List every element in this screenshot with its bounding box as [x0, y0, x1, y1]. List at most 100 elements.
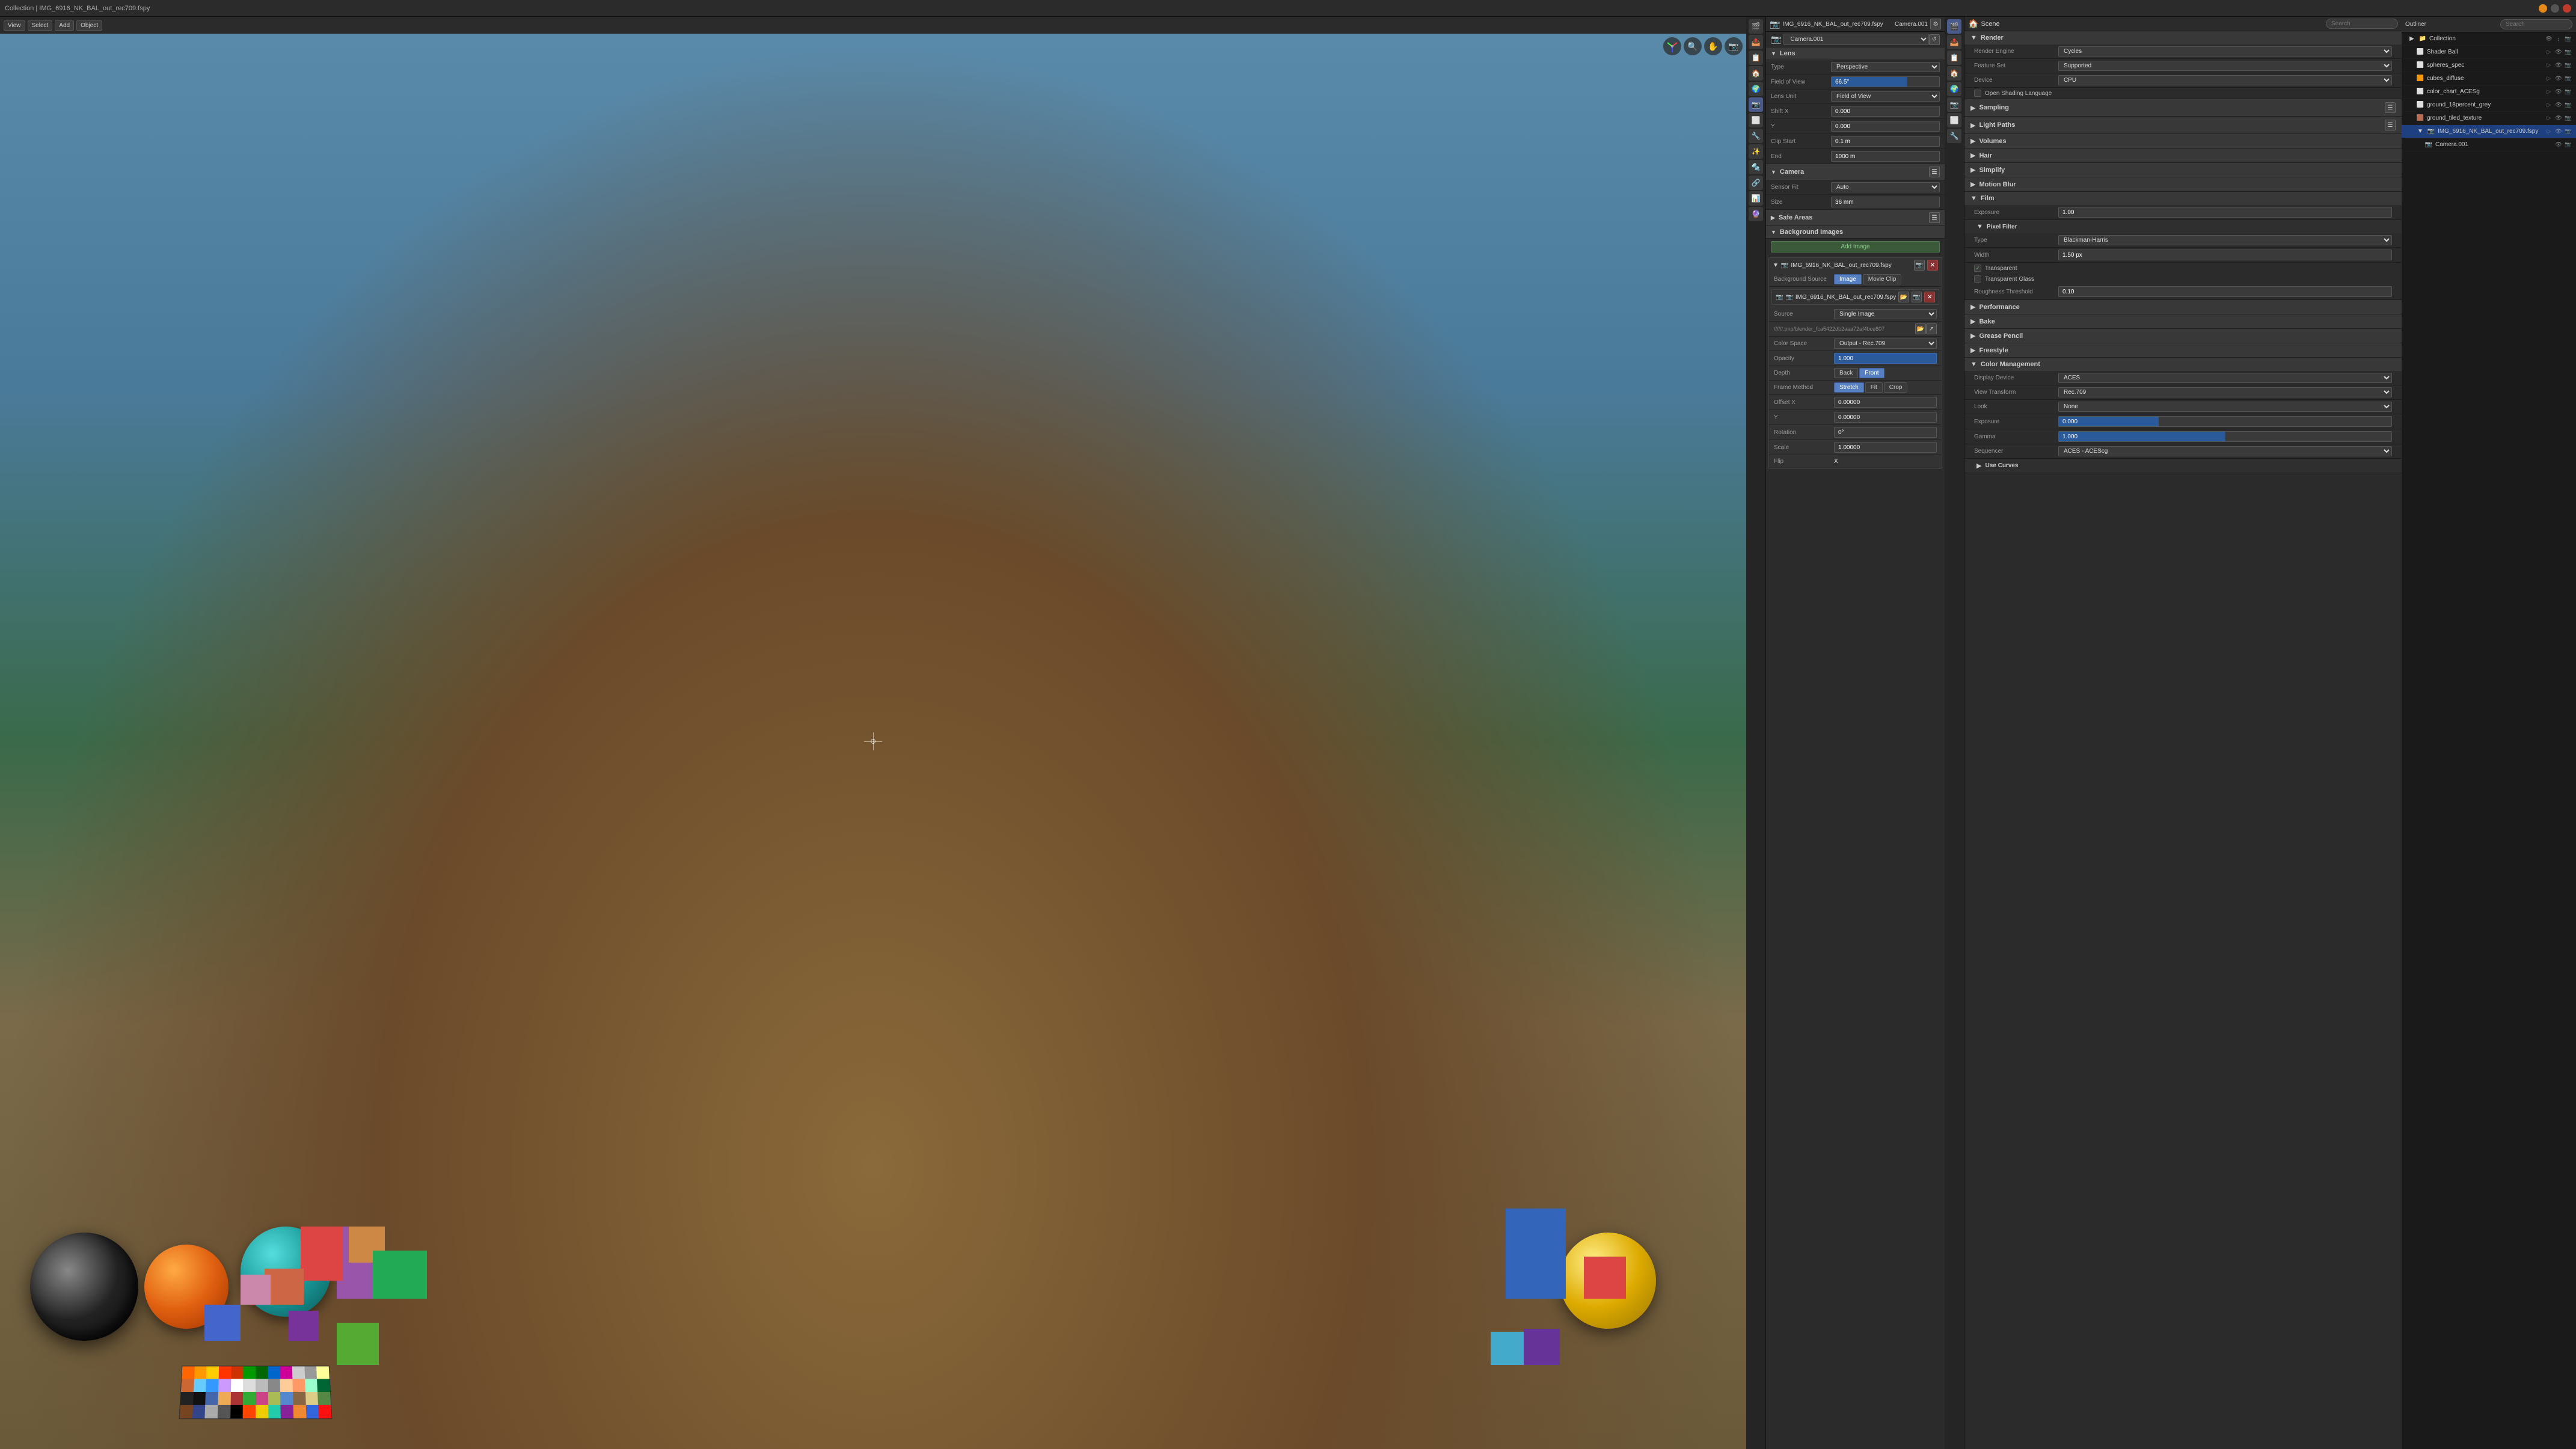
- safe-areas-header[interactable]: ▶ Safe Areas ☰: [1766, 210, 1945, 226]
- lens-section-header[interactable]: ▼ Lens: [1766, 47, 1945, 60]
- prop-icon-world[interactable]: 🌍: [1947, 82, 1961, 96]
- outliner-item-collection[interactable]: ▶ 📁 Collection 👁 ↕ 📷: [2402, 32, 2576, 46]
- light-paths-extra[interactable]: ☰: [2385, 120, 2396, 130]
- prop-icon-object2[interactable]: ⬜: [1947, 113, 1961, 127]
- transparent-checkbox[interactable]: ✓: [1974, 265, 1981, 272]
- cd-tri-icon[interactable]: ▷: [2545, 75, 2553, 83]
- cam-icon-physics[interactable]: 🔩: [1749, 160, 1763, 174]
- bg-src-select[interactable]: Single Image: [1834, 309, 1937, 319]
- grease-pencil-header[interactable]: ▶ Grease Pencil: [1964, 329, 2402, 343]
- camera-section-menu[interactable]: ☰: [1929, 167, 1940, 177]
- cam-icon-scene[interactable]: 🏠: [1749, 66, 1763, 81]
- bg-sub-camera[interactable]: 📷: [1912, 292, 1922, 302]
- bg-item-camera-icon[interactable]: 📷: [1914, 260, 1925, 271]
- cam-icon-modifier[interactable]: 🔧: [1749, 129, 1763, 143]
- pixel-filter-header[interactable]: ▼ Pixel Filter: [1964, 220, 2402, 233]
- object-menu[interactable]: Object: [76, 20, 102, 31]
- cc-render-icon[interactable]: 📷: [2564, 88, 2572, 96]
- camera-refresh-btn[interactable]: ↺: [1929, 34, 1940, 45]
- add-menu[interactable]: Add: [55, 20, 74, 31]
- gg-tri-icon[interactable]: ▷: [2545, 101, 2553, 109]
- properties-search[interactable]: [2326, 19, 2398, 29]
- sp-tri-icon[interactable]: ▷: [2545, 61, 2553, 70]
- cam-icon-output[interactable]: 📤: [1749, 35, 1763, 49]
- open-shading-checkbox[interactable]: [1974, 90, 1981, 97]
- sb-render-icon[interactable]: 📷: [2564, 48, 2572, 57]
- sp-vis-icon[interactable]: 👁: [2554, 61, 2563, 70]
- opacity-slider[interactable]: 1.000: [1834, 353, 1937, 364]
- outliner-item-camera001[interactable]: 📷 Camera.001 👁 📷: [2402, 138, 2576, 152]
- gg-render-icon[interactable]: 📷: [2564, 101, 2572, 109]
- prop-icon-render[interactable]: 🎬: [1947, 19, 1961, 34]
- sampling-header[interactable]: ▶ Sampling ☰: [1964, 99, 2402, 116]
- fspy-render-icon[interactable]: 📷: [2564, 127, 2572, 136]
- cam001-render-icon[interactable]: 📷: [2564, 141, 2572, 149]
- transparent-glass-checkbox[interactable]: [1974, 275, 1981, 283]
- cam001-vis-icon[interactable]: 👁: [2554, 141, 2563, 149]
- outliner-item-ground-grey[interactable]: ⬜ ground_18percent_grey ▷ 👁 📷: [2402, 99, 2576, 112]
- performance-header[interactable]: ▶ Performance: [1964, 300, 2402, 314]
- select-menu[interactable]: Select: [28, 20, 53, 31]
- fspy-vis-icon[interactable]: 👁: [2554, 127, 2563, 136]
- use-curves-header[interactable]: ▶ Use Curves: [1964, 459, 2402, 473]
- cam-icon-material[interactable]: 🔮: [1749, 207, 1763, 221]
- cam-icon-view-layer[interactable]: 📋: [1749, 51, 1763, 65]
- outliner-search[interactable]: [2500, 19, 2572, 29]
- gg-vis-icon[interactable]: 👁: [2554, 101, 2563, 109]
- color-mgmt-header[interactable]: ▼ Color Management: [1964, 358, 2402, 371]
- bg-sub-close[interactable]: ✕: [1924, 292, 1935, 302]
- lens-unit-select[interactable]: Field of View: [1831, 91, 1940, 102]
- add-image-button[interactable]: Add Image: [1771, 241, 1940, 253]
- display-device-select[interactable]: ACES: [2058, 373, 2392, 383]
- outliner-item-fspy[interactable]: ▼ 📷 IMG_6916_NK_BAL_out_rec709.fspy ▷ 👁 …: [2402, 125, 2576, 138]
- clip-start-input[interactable]: 0.1 m: [1831, 136, 1940, 147]
- render-section-header[interactable]: ▼ Render: [1964, 31, 2402, 44]
- outliner-item-spheres-spec[interactable]: ⬜ spheres_spec ▷ 👁 📷: [2402, 59, 2576, 72]
- roughness-input[interactable]: 0.10: [2058, 286, 2392, 297]
- look-select[interactable]: None: [2058, 402, 2392, 412]
- exposure-input[interactable]: 0.000: [2058, 416, 2392, 427]
- filepath-external[interactable]: ↗: [1926, 323, 1937, 334]
- clip-end-input[interactable]: 1000 m: [1831, 151, 1940, 162]
- sampling-extra[interactable]: ☰: [2385, 102, 2396, 113]
- cam-icon-data[interactable]: 📊: [1749, 191, 1763, 206]
- camera-section-header[interactable]: ▼ Camera ☰: [1766, 164, 1945, 180]
- outliner-item-ground-tiled[interactable]: 🟫 ground_tiled_texture ▷ 👁 📷: [2402, 112, 2576, 125]
- outliner-item-color-chart[interactable]: ⬜ color_chart_ACESg ▷ 👁 📷: [2402, 85, 2576, 99]
- light-paths-header[interactable]: ▶ Light Paths ☰: [1964, 117, 2402, 133]
- motion-blur-header[interactable]: ▶ Motion Blur: [1964, 177, 2402, 191]
- outliner-item-cubes-diffuse[interactable]: 🟧 cubes_diffuse ▷ 👁 📷: [2402, 72, 2576, 85]
- filepath-browse[interactable]: 📂: [1915, 323, 1926, 334]
- shift-y-input[interactable]: 0.000: [1831, 121, 1940, 132]
- gt-tri-icon[interactable]: ▷: [2545, 114, 2553, 123]
- cd-render-icon[interactable]: 📷: [2564, 75, 2572, 83]
- safe-areas-menu[interactable]: ☰: [1929, 212, 1940, 223]
- cc-tri-icon[interactable]: ▷: [2545, 88, 2553, 96]
- hand-icon[interactable]: ✋: [1704, 37, 1722, 55]
- bg-source-movie-btn[interactable]: Movie Clip: [1863, 274, 1902, 284]
- cam-icon-render[interactable]: 🎬: [1749, 19, 1763, 34]
- collection-vis-icon[interactable]: 👁: [2545, 35, 2553, 43]
- rotation-input[interactable]: 0°: [1834, 427, 1937, 438]
- cam-icon-particles[interactable]: ✨: [1749, 144, 1763, 159]
- view-menu[interactable]: View: [4, 20, 25, 31]
- cam-icon-object[interactable]: ⬜: [1749, 113, 1763, 127]
- outliner-item-shader-ball[interactable]: ⬜ Shader Ball ▷ 👁 📷: [2402, 46, 2576, 59]
- cd-vis-icon[interactable]: 👁: [2554, 75, 2563, 83]
- bg-images-header[interactable]: ▼ Background Images: [1766, 226, 1945, 239]
- cc-vis-icon[interactable]: 👁: [2554, 88, 2563, 96]
- frame-stretch-btn[interactable]: Stretch: [1834, 382, 1864, 393]
- axes-icon[interactable]: [1663, 37, 1681, 55]
- color-space-select[interactable]: Output - Rec.709: [1834, 339, 1937, 349]
- collection-sel-icon[interactable]: ↕: [2554, 35, 2563, 43]
- bg-item-close[interactable]: ✕: [1927, 260, 1938, 271]
- offset-x-input[interactable]: 0.00000: [1834, 397, 1937, 408]
- feature-set-select[interactable]: Supported: [2058, 61, 2392, 71]
- view-transform-select[interactable]: Rec.709: [2058, 387, 2392, 397]
- film-exposure-input[interactable]: 1.00: [2058, 207, 2392, 218]
- prop-icon-modifier2[interactable]: 🔧: [1947, 129, 1961, 143]
- cam-icon-constraints[interactable]: 🔗: [1749, 176, 1763, 190]
- frame-fit-btn[interactable]: Fit: [1865, 382, 1883, 393]
- engine-select[interactable]: Cycles: [2058, 46, 2392, 57]
- camera-size-input[interactable]: 36 mm: [1831, 197, 1940, 207]
